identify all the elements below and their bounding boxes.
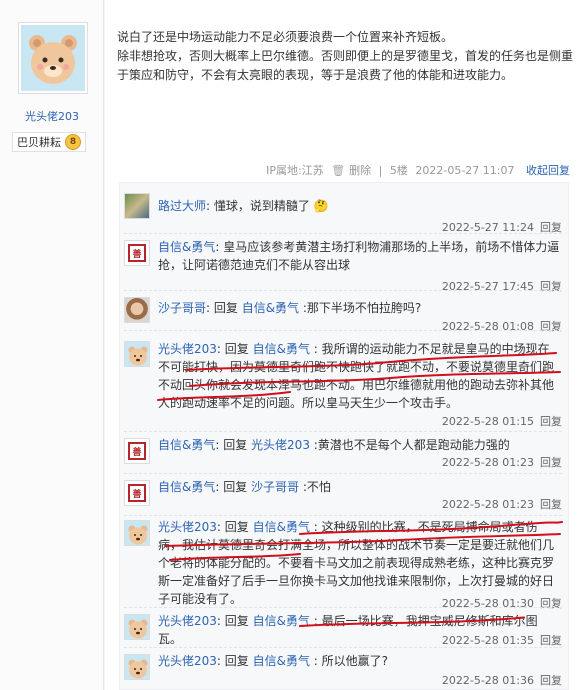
post-time: 2022-05-27 11:07: [415, 164, 515, 177]
reply-link[interactable]: 回复: [540, 415, 562, 428]
post-content: 说白了还是中场运动能力不足必须要浪费一个位置来补齐短板。 除非想抢攻，否则大概率…: [105, 0, 580, 690]
comment-text: 沙子哥哥: 回复 自信&勇气 :那下半场不怕拉胯吗?: [158, 301, 422, 315]
commenter-name[interactable]: 光头佬203: [158, 342, 217, 356]
post-paragraph: 除非想抢攻，否则大概率上巴尔维德。否则即便上的是罗德里戈，首发的任务也是侧重于策…: [117, 49, 574, 82]
member-badge[interactable]: 巴贝耕耘 8: [12, 132, 86, 152]
commenter-name[interactable]: 光头佬203: [158, 614, 217, 628]
reply-target[interactable]: 自信&勇气: [253, 614, 310, 628]
commenter-name[interactable]: 光头佬203: [158, 654, 217, 668]
bear-icon: [29, 35, 77, 84]
divider: [124, 473, 562, 474]
ip-location: IP属地:江苏: [266, 164, 324, 177]
bear-avatar-icon[interactable]: [124, 341, 150, 367]
reply-link[interactable]: 回复: [540, 674, 562, 687]
author-sidebar: 光头佬203 巴贝耕耘 8: [0, 0, 104, 690]
reply-target[interactable]: 自信&勇气: [253, 520, 310, 534]
reply-link[interactable]: 回复: [540, 634, 562, 647]
commenter-name[interactable]: 自信&勇气: [158, 240, 215, 254]
post-paragraph: 说白了还是中场运动能力不足必须要浪费一个位置来补齐短板。: [117, 30, 454, 44]
divider: [124, 647, 562, 648]
reply-target[interactable]: 沙子哥哥: [251, 480, 299, 494]
bear-avatar-icon[interactable]: [124, 654, 150, 680]
comment-meta: 2022-5-28 01:35 回复: [441, 634, 562, 647]
reply-link[interactable]: 回复: [540, 280, 562, 293]
comment-meta: 2022-5-27 17:45 回复: [441, 280, 562, 293]
reply-target[interactable]: 自信&勇气: [253, 342, 310, 356]
commenter-name[interactable]: 路过大师: [158, 199, 206, 213]
delete-link[interactable]: 删除: [349, 164, 371, 177]
badge-level-icon: 8: [65, 134, 81, 150]
reply-link[interactable]: 回复: [540, 456, 562, 469]
reply-target[interactable]: 自信&勇气: [253, 654, 310, 668]
bear-avatar-icon[interactable]: [124, 520, 150, 546]
comment-meta: 2022-5-28 01:30 回复: [441, 597, 562, 610]
divider: [124, 290, 562, 291]
comment-text: 路过大师: 懂球，说到精髓了 🤔: [158, 199, 329, 213]
reply-target[interactable]: 光头佬203: [251, 438, 310, 452]
comment-text: 自信&勇气: 回复 沙子哥哥 :不怕: [158, 480, 331, 494]
seal-avatar-icon[interactable]: 善: [124, 240, 150, 266]
reply-link[interactable]: 回复: [540, 320, 562, 333]
collapse-reply-link[interactable]: 收起回复: [526, 164, 570, 177]
comment-meta: 2022-5-28 01:08 回复: [441, 320, 562, 333]
divider: [124, 431, 562, 432]
divider: [124, 233, 562, 234]
post-body: 说白了还是中场运动能力不足必须要浪费一个位置来补齐短板。 除非想抢攻，否则大概率…: [117, 28, 573, 85]
author-name[interactable]: 光头佬203: [0, 108, 104, 124]
comment-meta: 2022-5-28 01:15 回复: [441, 415, 562, 428]
divider: [124, 607, 562, 608]
comment-meta: 2022-5-28 01:23 回复: [441, 498, 562, 511]
bear-avatar-icon[interactable]: [124, 614, 150, 640]
comment-text: 自信&勇气: 皇马应该参考黄潜主场打利物浦那场的上半场，前场不惜体力逼抢，让阿诺…: [158, 240, 560, 272]
comment-text: 自信&勇气: 回复 光头佬203 :黄潜也不是每个人都是跑动能力强的: [158, 438, 510, 452]
divider: [124, 515, 562, 516]
commenter-name[interactable]: 自信&勇气: [158, 480, 215, 494]
trash-icon[interactable]: 🗑: [331, 164, 345, 177]
comment-meta: 2022-5-28 01:23 回复: [441, 456, 562, 469]
author-avatar[interactable]: [18, 22, 88, 94]
comment-meta: 2022-5-28 01:36 回复: [441, 674, 562, 687]
divider: [124, 330, 562, 331]
commenter-name[interactable]: 沙子哥哥: [158, 301, 206, 315]
thinking-emoji-icon: 🤔: [313, 199, 329, 213]
commenter-name[interactable]: 光头佬203: [158, 520, 217, 534]
commenter-name[interactable]: 自信&勇气: [158, 438, 215, 452]
reply-link[interactable]: 回复: [540, 597, 562, 610]
floor-number: 5楼: [389, 164, 408, 177]
post-meta: IP属地:江苏 🗑 删除 | 5楼 2022-05-27 11:07 收起回复: [266, 164, 570, 177]
seal-avatar-icon[interactable]: 善: [124, 480, 150, 506]
badge-label: 巴贝耕耘: [17, 136, 61, 149]
user-avatar[interactable]: [124, 297, 150, 323]
reply-link[interactable]: 回复: [540, 498, 562, 511]
reply-target[interactable]: 自信&勇气: [242, 301, 299, 315]
comment-list: 路过大师: 懂球，说到精髓了 🤔 2022-5-27 11:24 回复 善 自信&…: [119, 182, 569, 690]
comment-text: 光头佬203: 回复 自信&勇气 : 所以他赢了?: [158, 654, 388, 668]
comment-text: 光头佬203: 回复 自信&勇气 : 我所谓的运动能力不足就是皇马的中场现在不可…: [158, 342, 555, 410]
user-avatar[interactable]: [124, 193, 150, 219]
seal-avatar-icon[interactable]: 善: [124, 438, 150, 464]
